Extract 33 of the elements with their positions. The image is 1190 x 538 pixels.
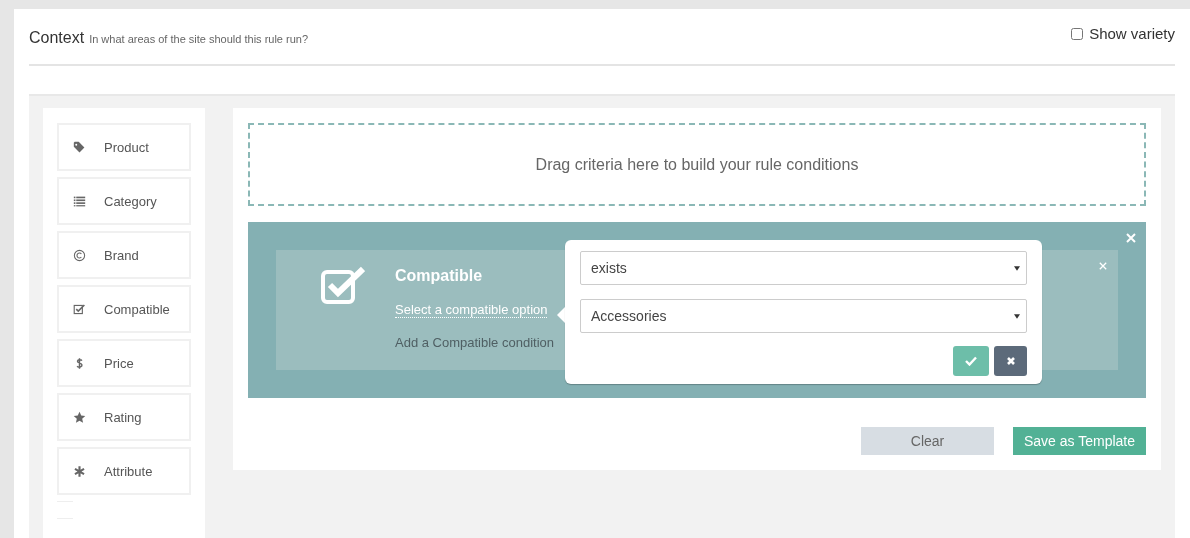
- condition-hint: Add a Compatible condition: [395, 335, 554, 350]
- checkbox-icon: [321, 266, 365, 304]
- check-icon: [965, 356, 977, 366]
- criteria-item[interactable]: Attribute: [57, 447, 191, 495]
- cancel-button[interactable]: [994, 346, 1027, 376]
- criteria-item[interactable]: Rating: [57, 393, 191, 441]
- tag-icon: [73, 140, 86, 154]
- criteria-item[interactable]: Product: [57, 123, 191, 171]
- confirm-button[interactable]: [953, 346, 989, 376]
- asterisk-icon: [73, 464, 86, 478]
- criteria-item[interactable]: Price: [57, 339, 191, 387]
- criteria-item[interactable]: Brand: [57, 231, 191, 279]
- checkbox-icon: [73, 302, 86, 316]
- list-icon: [73, 194, 86, 208]
- show-variety-label[interactable]: Show variety: [1089, 25, 1175, 42]
- clear-button[interactable]: Clear: [861, 427, 994, 455]
- dropdown-field[interactable]: Accessories: [580, 299, 1027, 333]
- show-variety-checkbox[interactable]: [1071, 27, 1084, 40]
- copyright-icon: [73, 248, 86, 262]
- criteria-item[interactable]: Compatible: [57, 285, 191, 333]
- criteria-item[interactable]: Category: [57, 177, 191, 225]
- drop-zone-text: Drag criteria here to build your rule conditions: [535, 155, 859, 174]
- dropdown-field[interactable]: exists: [580, 251, 1027, 285]
- close-icon[interactable]: [1126, 233, 1136, 243]
- caret-icon: [1014, 313, 1020, 319]
- drop-zone[interactable]: Drag criteria here to build your rule conditions: [248, 123, 1146, 206]
- close-icon[interactable]: [1099, 262, 1107, 270]
- caret-icon: [1014, 265, 1020, 271]
- close-icon: [1004, 356, 1017, 366]
- star-icon: [73, 410, 86, 424]
- condition-title: Compatible: [395, 267, 483, 285]
- section-subtitle: In what areas of the site should this rule run?: [89, 32, 309, 45]
- section-title: Context: [29, 28, 85, 46]
